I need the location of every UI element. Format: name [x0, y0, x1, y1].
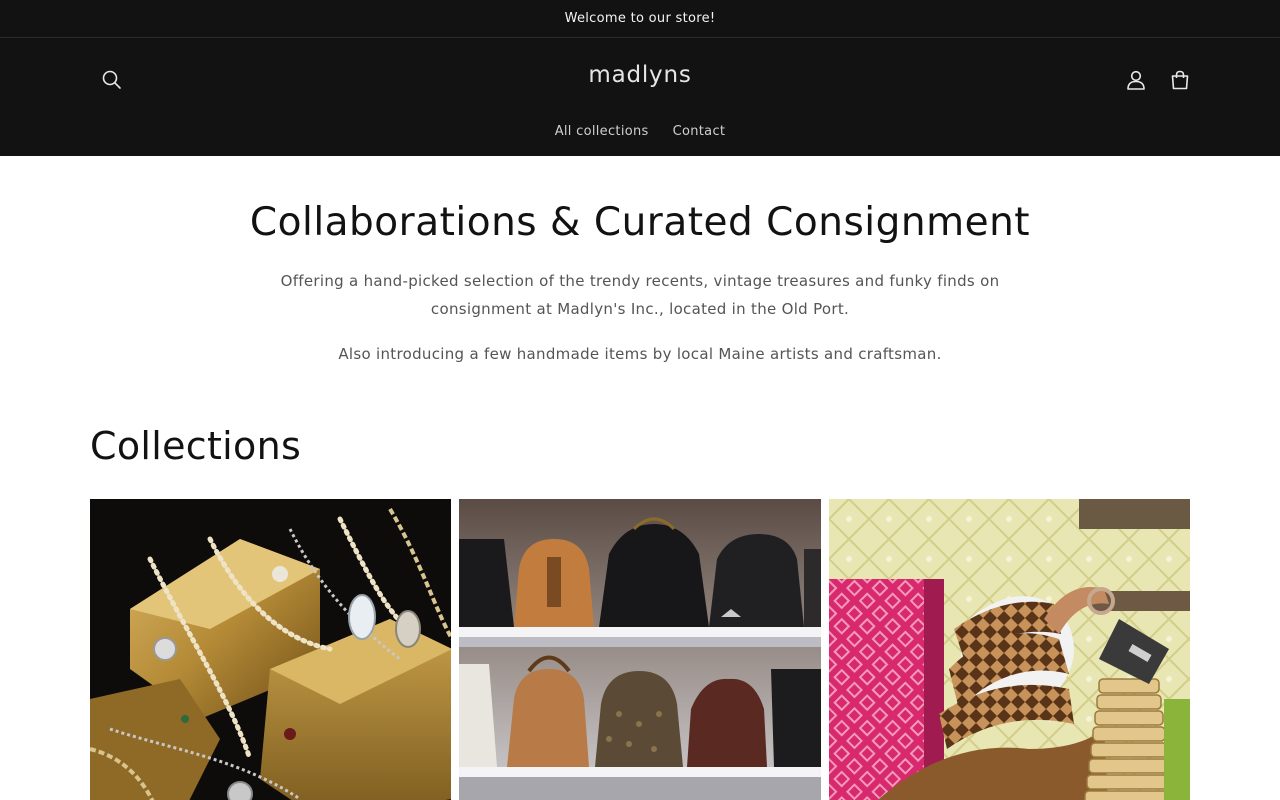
main-nav: All collections Contact [0, 124, 1280, 139]
jewelry-image [90, 499, 452, 800]
shoes-image [828, 499, 1190, 800]
announcement-text: Welcome to our store! [564, 11, 716, 26]
intro-title: Collaborations & Curated Consignment [249, 200, 1031, 245]
collection-card-jewelry[interactable] [90, 499, 452, 800]
handbags-image [459, 499, 821, 800]
collection-card-handbags[interactable] [459, 499, 821, 800]
collection-card-shoes[interactable] [828, 499, 1190, 800]
intro-section: Collaborations & Curated Consignment Off… [0, 156, 1280, 368]
site-header: madlyns All collections Contact [0, 38, 1280, 156]
collections-heading: Collections [90, 423, 302, 468]
nav-contact[interactable]: Contact [673, 124, 726, 139]
collections-grid [90, 499, 1190, 800]
intro-paragraph: Offering a hand-picked selection of the … [280, 271, 1000, 318]
cart-icon [1171, 70, 1189, 90]
collections-section: Collections [0, 424, 1280, 800]
account-button[interactable] [1114, 58, 1158, 102]
nav-all-collections[interactable]: All collections [555, 124, 649, 139]
account-icon [1127, 70, 1145, 90]
cart-button[interactable] [1158, 58, 1202, 102]
announcement-bar: Welcome to our store! [0, 0, 1280, 38]
intro-paragraph-secondary: Also introducing a few handmade items by… [338, 344, 942, 363]
store-logo[interactable]: madlyns [0, 62, 1280, 88]
